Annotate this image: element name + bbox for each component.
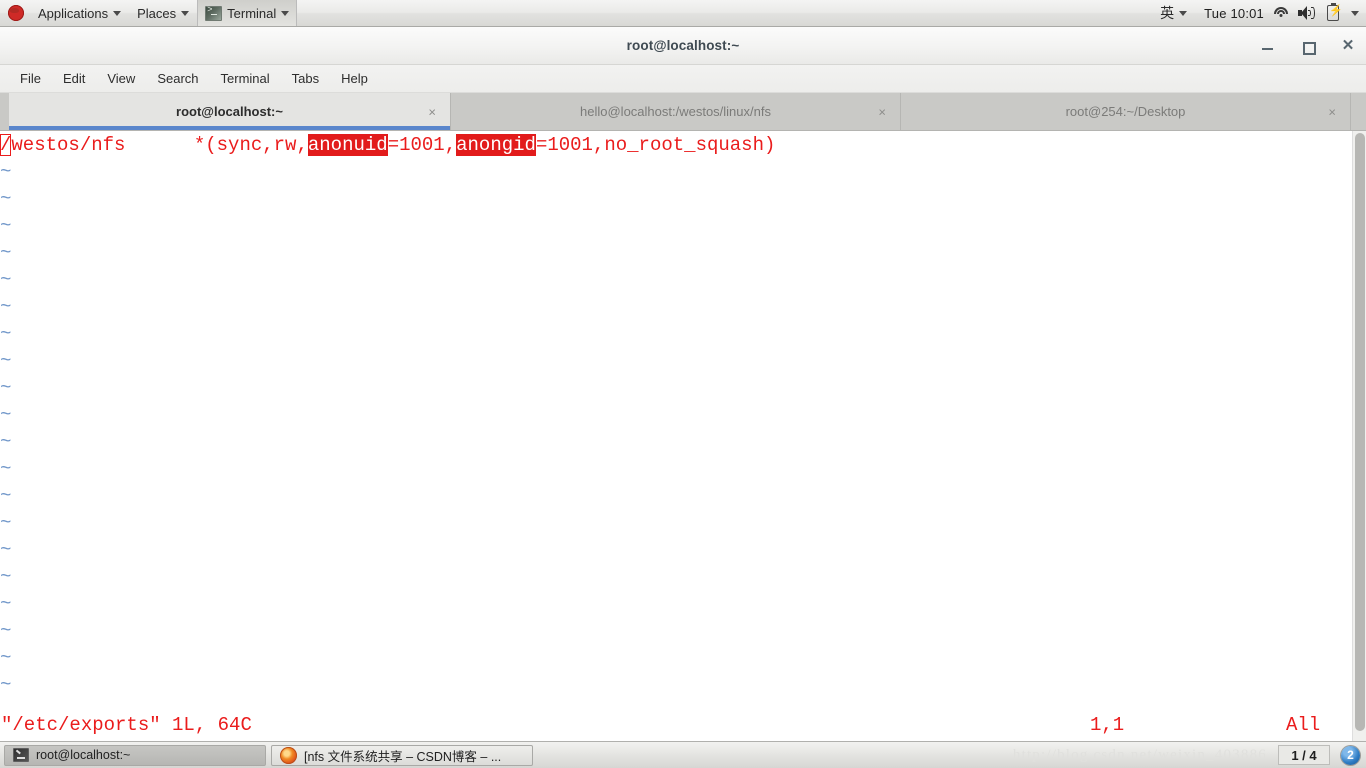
taskbar: root@localhost:~ [nfs 文件系统共享 – CSDN博客 – … bbox=[0, 741, 1366, 768]
redhat-logo-icon bbox=[8, 5, 24, 21]
vim-line-seg-1: westos/nfs *(sync,rw, bbox=[11, 134, 308, 156]
taskbar-item-firefox[interactable]: [nfs 文件系统共享 – CSDN博客 – ... bbox=[271, 744, 533, 766]
minimize-button[interactable] bbox=[1260, 38, 1276, 54]
wifi-icon[interactable] bbox=[1273, 6, 1289, 20]
vim-empty-line: ~ bbox=[0, 404, 12, 426]
terminal-window: root@localhost:~ ✕ File Edit View Search… bbox=[0, 27, 1366, 741]
terminal-scrollbar[interactable] bbox=[1352, 131, 1366, 741]
system-menu-chevron-down-icon[interactable] bbox=[1351, 10, 1359, 16]
scrollbar-thumb[interactable] bbox=[1355, 133, 1365, 731]
window-controls: ✕ bbox=[1260, 27, 1356, 64]
battery-icon[interactable] bbox=[1327, 3, 1343, 21]
workspace-indicator[interactable]: 1 / 4 bbox=[1278, 745, 1330, 765]
notification-badge[interactable]: 2 bbox=[1341, 745, 1360, 765]
chevron-down-icon bbox=[1179, 10, 1188, 16]
menu-search[interactable]: Search bbox=[146, 68, 209, 89]
menu-tabs[interactable]: Tabs bbox=[281, 68, 330, 89]
vim-line-1: /westos/nfs *(sync,rw,anonuid=1001,anong… bbox=[0, 132, 1352, 159]
tab-close-icon[interactable]: × bbox=[1328, 104, 1336, 119]
vim-empty-line: ~ bbox=[0, 566, 12, 588]
vim-empty-line: ~ bbox=[0, 458, 12, 480]
tab-label: root@254:~/Desktop bbox=[1065, 104, 1186, 119]
active-app-label: Terminal bbox=[227, 5, 277, 21]
menu-edit[interactable]: Edit bbox=[52, 68, 96, 89]
vim-status-line: "/etc/exports" 1L, 64C 1,1 All bbox=[0, 709, 1352, 741]
tab-label: hello@localhost:/westos/linux/nfs bbox=[580, 104, 771, 119]
terminal-icon bbox=[13, 748, 29, 762]
vim-empty-line: ~ bbox=[0, 620, 12, 642]
menu-places-label: Places bbox=[137, 5, 177, 21]
tab-close-icon[interactable]: × bbox=[428, 104, 436, 119]
vim-empty-line: ~ bbox=[0, 296, 12, 318]
vim-empty-line: ~ bbox=[0, 269, 12, 291]
firefox-icon bbox=[280, 746, 297, 764]
active-app-terminal[interactable]: Terminal bbox=[197, 0, 298, 26]
tab-close-icon[interactable]: × bbox=[878, 104, 886, 119]
chevron-down-icon bbox=[281, 10, 290, 16]
vim-status-file: "/etc/exports" 1L, 64C bbox=[1, 713, 252, 736]
taskbar-item-terminal[interactable]: root@localhost:~ bbox=[4, 744, 266, 766]
clock[interactable]: Tue 10:01 bbox=[1195, 6, 1273, 21]
input-method-switcher[interactable]: 英 bbox=[1152, 0, 1195, 26]
maximize-button[interactable] bbox=[1300, 38, 1316, 55]
vim-empty-line: ~ bbox=[0, 161, 12, 183]
vim-empty-line: ~ bbox=[0, 377, 12, 399]
vim-status-percent: All bbox=[1286, 713, 1321, 736]
window-titlebar: root@localhost:~ ✕ bbox=[0, 27, 1366, 65]
top-panel-left: Applications Places Terminal bbox=[0, 0, 298, 26]
tab-bar: root@localhost:~ × hello@localhost:/west… bbox=[0, 93, 1366, 131]
vim-empty-line: ~ bbox=[0, 242, 12, 264]
window-title: root@localhost:~ bbox=[626, 38, 740, 53]
tab-root-localhost[interactable]: root@localhost:~ × bbox=[9, 93, 451, 130]
vim-empty-line: ~ bbox=[0, 485, 12, 507]
gnome-top-panel: Applications Places Terminal 英 Tue 10:01 bbox=[0, 0, 1366, 27]
vim-empty-line: ~ bbox=[0, 512, 12, 534]
menubar: File Edit View Search Terminal Tabs Help bbox=[0, 65, 1366, 93]
vim-empty-lines: ~ ~ ~ ~ ~ ~ ~ ~ ~ ~ ~ ~ ~ ~ ~ ~ ~ ~ ~ ~ bbox=[0, 159, 1352, 699]
menu-help[interactable]: Help bbox=[330, 68, 379, 89]
menu-view[interactable]: View bbox=[96, 68, 146, 89]
vim-search-match-anonuid: anonuid bbox=[307, 134, 388, 156]
menu-terminal[interactable]: Terminal bbox=[210, 68, 281, 89]
vim-line-seg-3: =1001,no_root_squash) bbox=[535, 134, 776, 156]
tab-hello-localhost-nfs[interactable]: hello@localhost:/westos/linux/nfs × bbox=[451, 93, 901, 130]
vim-empty-line: ~ bbox=[0, 674, 12, 696]
vim-empty-line: ~ bbox=[0, 431, 12, 453]
vim-empty-line: ~ bbox=[0, 647, 12, 669]
terminal-icon bbox=[205, 5, 223, 21]
screen: Applications Places Terminal 英 Tue 10:01 bbox=[0, 0, 1366, 768]
menu-file[interactable]: File bbox=[9, 68, 52, 89]
terminal-content[interactable]: /westos/nfs *(sync,rw,anonuid=1001,anong… bbox=[0, 131, 1366, 741]
tab-label: root@localhost:~ bbox=[176, 104, 283, 119]
vim-cursor: / bbox=[0, 134, 12, 156]
menu-applications[interactable]: Applications bbox=[30, 0, 129, 26]
volume-icon[interactable] bbox=[1298, 6, 1316, 20]
taskbar-item-label: [nfs 文件系统共享 – CSDN博客 – ... bbox=[304, 749, 502, 764]
watermark: http://blog.csdn.net/weixin_403886 bbox=[1012, 746, 1267, 763]
vim-empty-line: ~ bbox=[0, 215, 12, 237]
top-panel-right: 英 Tue 10:01 bbox=[1152, 0, 1366, 26]
vim-empty-line: ~ bbox=[0, 593, 12, 615]
vim-line-seg-2: =1001, bbox=[387, 134, 457, 156]
vim-empty-line: ~ bbox=[0, 350, 12, 372]
vim-status-position: 1,1 bbox=[1090, 713, 1125, 736]
vim-buffer[interactable]: /westos/nfs *(sync,rw,anonuid=1001,anong… bbox=[0, 131, 1352, 741]
vim-search-match-anongid: anongid bbox=[456, 134, 536, 156]
vim-empty-line: ~ bbox=[0, 539, 12, 561]
close-button[interactable]: ✕ bbox=[1340, 37, 1356, 54]
tab-root-254-desktop[interactable]: root@254:~/Desktop × bbox=[901, 93, 1351, 130]
input-method-label: 英 bbox=[1160, 5, 1175, 21]
vim-empty-line: ~ bbox=[0, 323, 12, 345]
vim-empty-line: ~ bbox=[0, 188, 12, 210]
menu-places[interactable]: Places bbox=[129, 0, 197, 26]
taskbar-item-label: root@localhost:~ bbox=[36, 748, 131, 762]
chevron-down-icon bbox=[113, 10, 122, 16]
menu-applications-label: Applications bbox=[38, 5, 109, 21]
chevron-down-icon bbox=[181, 10, 190, 16]
